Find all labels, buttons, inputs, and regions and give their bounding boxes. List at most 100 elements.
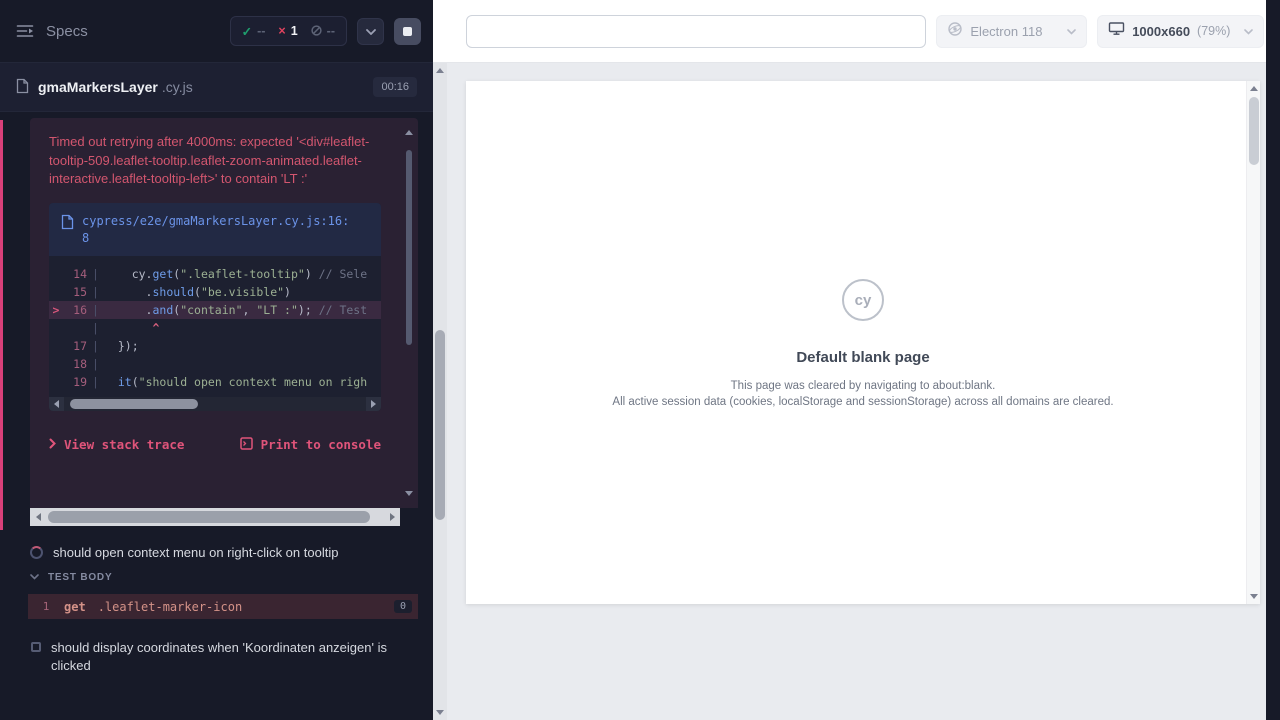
code-frame-horizontal-scrollbar <box>49 397 381 411</box>
code-line: 14| cy.get(".leaflet-tooltip") // Sele <box>49 265 381 283</box>
code-line: 19| it("should open context menu on righ <box>49 373 381 391</box>
passed-count: -- <box>257 24 265 38</box>
aut-iframe: cy Default blank page This page was clea… <box>466 81 1260 604</box>
stop-button[interactable] <box>394 18 421 45</box>
specs-label: Specs <box>46 23 88 40</box>
scroll-up-button[interactable] <box>1250 86 1258 91</box>
failed-attempt-region: Timed out retrying after 4000ms: expecte… <box>0 112 433 530</box>
scroll-down-button[interactable] <box>1250 594 1258 599</box>
test-title: should display coordinates when 'Koordin… <box>51 639 396 675</box>
scrollbar-track[interactable] <box>64 397 366 411</box>
error-horizontal-scrollbar <box>30 508 418 526</box>
cypress-logo: cy <box>842 279 884 321</box>
browser-icon <box>947 21 963 42</box>
scroll-up-button[interactable] <box>405 130 413 135</box>
chevron-down-icon <box>30 572 39 583</box>
test-item-running[interactable]: should open context menu on right-click … <box>0 544 433 562</box>
chevron-down-icon <box>366 22 376 40</box>
aut-stage: cy Default blank page This page was clea… <box>447 63 1266 720</box>
scroll-left-button[interactable] <box>30 508 46 526</box>
print-to-console-button[interactable]: Print to console <box>240 437 381 453</box>
reporter-scrollbar <box>433 63 447 720</box>
pending-icon <box>311 23 322 39</box>
chevron-down-icon <box>1244 22 1253 40</box>
url-input[interactable] <box>466 15 926 48</box>
code-line: | ^ <box>49 319 381 337</box>
reporter-panel: Specs ✓ -- × 1 -- <box>0 0 433 720</box>
error-controls: View stack trace Print to console <box>49 437 381 453</box>
view-stack-trace-label: View stack trace <box>64 437 184 452</box>
blank-page-message-2: All active session data (cookies, localS… <box>612 394 1113 410</box>
stat-failed: × 1 <box>278 24 297 38</box>
viewport-dropdown[interactable]: 1000x660 (79%) <box>1097 15 1264 48</box>
spec-file-icon <box>16 76 29 99</box>
scroll-down-button[interactable] <box>436 710 444 715</box>
runner-header: Electron 118 1000x660 (79%) <box>433 0 1266 63</box>
scrollbar-thumb[interactable] <box>1249 97 1259 165</box>
scrollbar-thumb[interactable] <box>406 150 412 345</box>
viewport-zoom: (79%) <box>1197 24 1230 38</box>
stop-icon <box>403 27 412 36</box>
test-body-label: TEST BODY <box>48 572 112 583</box>
scroll-right-button[interactable] <box>384 508 400 526</box>
spec-header[interactable]: gmaMarkersLayer .cy.js 00:16 <box>0 63 433 112</box>
pass-icon: ✓ <box>242 24 252 39</box>
blank-page-content: cy Default blank page This page was clea… <box>466 279 1260 410</box>
scroll-right-button[interactable] <box>366 397 381 411</box>
command-number: 1 <box>28 600 64 613</box>
scrollbar-thumb[interactable] <box>435 330 445 520</box>
code-line: 18| <box>49 355 381 373</box>
reporter-header: Specs ✓ -- × 1 -- <box>0 0 433 63</box>
code-line: 15| .should("be.visible") <box>49 283 381 301</box>
collapse-tests-button[interactable] <box>357 18 384 45</box>
stat-pending: -- <box>311 23 335 39</box>
code-line: 17| }); <box>49 337 381 355</box>
browser-dropdown[interactable]: Electron 118 <box>936 15 1087 48</box>
pending-square-icon <box>31 642 41 652</box>
chevron-down-icon <box>1067 22 1076 40</box>
error-message: Timed out retrying after 4000ms: expecte… <box>49 133 378 189</box>
scroll-down-button[interactable] <box>405 491 413 496</box>
spec-duration-badge: 00:16 <box>373 77 417 97</box>
command-method: get <box>64 600 86 614</box>
code-line: >16| .and("contain", "LT :"); // Test <box>49 301 381 319</box>
pending-count: -- <box>327 24 335 38</box>
scroll-up-button[interactable] <box>436 68 444 73</box>
scrollbar-corner <box>400 508 418 526</box>
test-body-toggle[interactable]: TEST BODY <box>0 572 112 583</box>
fail-icon: × <box>278 24 285 38</box>
test-stats: ✓ -- × 1 -- <box>230 16 347 46</box>
error-accent-border <box>0 120 3 530</box>
scrollbar-thumb[interactable] <box>48 511 370 523</box>
code-frame: cypress/e2e/gmaMarkersLayer.cy.js:16:8 1… <box>49 203 381 411</box>
scrollbar-track[interactable] <box>46 508 384 526</box>
code-frame-file-link[interactable]: cypress/e2e/gmaMarkersLayer.cy.js:16:8 <box>49 203 381 256</box>
specs-menu-icon[interactable] <box>16 23 36 39</box>
viewport-icon <box>1108 21 1125 41</box>
scroll-left-button[interactable] <box>49 397 64 411</box>
console-icon <box>240 437 253 453</box>
command-log-row[interactable]: 1 get .leaflet-marker-icon 0 <box>28 594 418 619</box>
window-edge-strip <box>1266 0 1280 720</box>
error-panel: Timed out retrying after 4000ms: expecte… <box>30 118 418 508</box>
running-spinner-icon <box>30 546 43 559</box>
scrollbar-thumb[interactable] <box>70 399 198 409</box>
code-file-icon <box>61 213 74 247</box>
spec-extension: .cy.js <box>162 79 193 95</box>
print-to-console-label: Print to console <box>261 437 381 452</box>
cypress-app: Specs ✓ -- × 1 -- <box>0 0 1280 720</box>
stat-passed: ✓ -- <box>242 24 266 39</box>
blank-page-title: Default blank page <box>796 349 929 366</box>
command-count-badge: 0 <box>394 600 412 613</box>
browser-label: Electron 118 <box>970 24 1042 39</box>
spec-name: gmaMarkersLayer <box>38 79 158 95</box>
viewport-size: 1000x660 <box>1132 24 1190 39</box>
failed-count: 1 <box>291 24 298 38</box>
blank-page-message-1: This page was cleared by navigating to a… <box>731 378 996 394</box>
code-lines: 14| cy.get(".leaflet-tooltip") // Sele15… <box>49 256 381 397</box>
error-vertical-scrollbar <box>403 130 415 496</box>
test-item-pending[interactable]: should display coordinates when 'Koordin… <box>0 639 433 675</box>
command-message: .leaflet-marker-icon <box>98 600 243 614</box>
view-stack-trace-link[interactable]: View stack trace <box>49 437 184 452</box>
code-frame-file-path: cypress/e2e/gmaMarkersLayer.cy.js:16:8 <box>82 213 354 247</box>
